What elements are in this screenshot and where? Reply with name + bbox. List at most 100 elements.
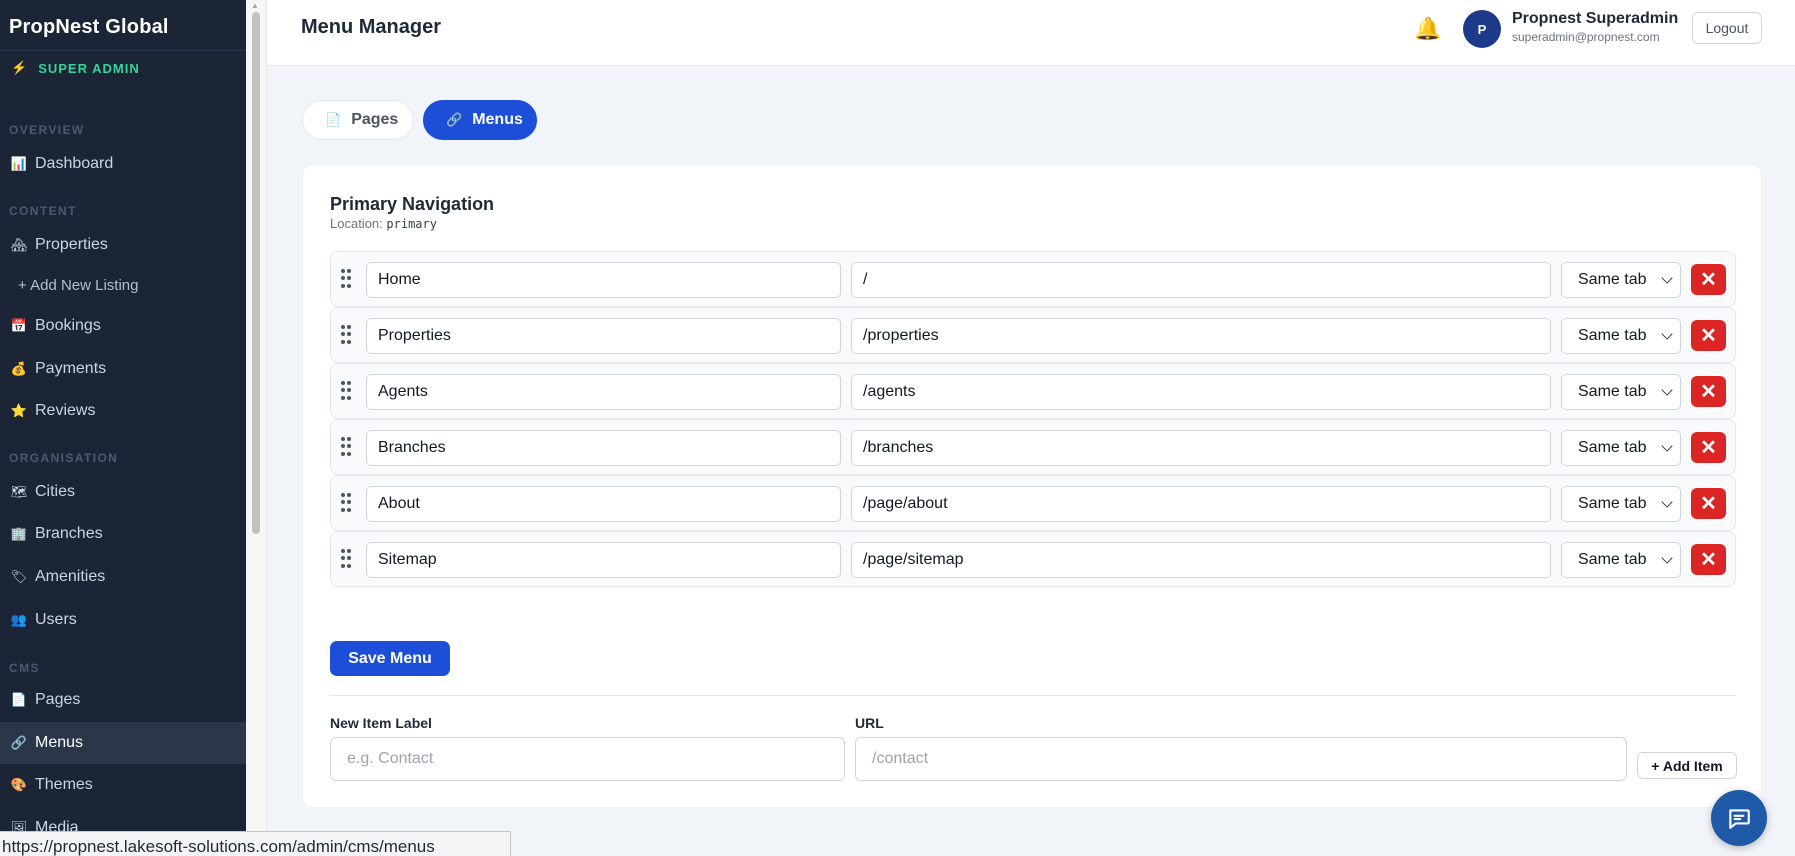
menu-item-row: Same tab ✕ <box>330 419 1736 475</box>
sidebar-item-label: Bookings <box>35 317 101 334</box>
menu-item-url-input[interactable] <box>851 486 1551 522</box>
sidebar-item-label: Pages <box>35 691 81 708</box>
sidebar-item-cities[interactable]: 🗺 Cities <box>0 471 246 513</box>
house-icon: 🏘 <box>10 237 28 252</box>
bell-icon[interactable]: 🔔 <box>1414 16 1441 42</box>
sidebar-item-reviews[interactable]: ⭐ Reviews <box>0 390 246 432</box>
sidebar-item-pages[interactable]: 📄 Pages <box>0 679 246 721</box>
sidebar-item-menus[interactable]: 🔗 Menus <box>0 722 246 764</box>
avatar[interactable]: P <box>1463 10 1501 48</box>
menu-item-label-input[interactable] <box>366 430 841 466</box>
menu-item-label-input[interactable] <box>366 486 841 522</box>
delete-item-button[interactable]: ✕ <box>1691 376 1726 407</box>
target-value: Same tab <box>1578 271 1647 288</box>
sidebar-item-themes[interactable]: 🎨 Themes <box>0 764 246 806</box>
save-menu-button[interactable]: Save Menu <box>330 641 450 676</box>
delete-item-button[interactable]: ✕ <box>1691 320 1726 351</box>
section-organisation: ORGANISATION <box>9 451 119 465</box>
target-value: Same tab <box>1578 495 1647 512</box>
chat-bubble-icon <box>1729 809 1750 829</box>
sidebar-item-label: Payments <box>35 360 107 377</box>
menu-item-target-select[interactable]: Same tab <box>1561 430 1681 466</box>
sidebar-item-users[interactable]: 👥 Users <box>0 599 246 641</box>
add-item-button[interactable]: + Add Item <box>1637 752 1737 779</box>
sidebar-item-properties[interactable]: 🏘 Properties <box>0 224 246 266</box>
scroll-up-arrow-icon[interactable]: ▲ <box>251 1 259 10</box>
menu-item-target-select[interactable]: Same tab <box>1561 262 1681 298</box>
section-content: CONTENT <box>9 204 77 218</box>
sidebar-item-amenities[interactable]: 🏷 Amenities <box>0 556 246 598</box>
menu-item-url-input[interactable] <box>851 318 1551 354</box>
menu-item-label-input[interactable] <box>366 374 841 410</box>
bar-chart-icon: 📊 <box>10 156 28 171</box>
close-icon: ✕ <box>1700 380 1717 403</box>
menu-item-url-input[interactable] <box>851 374 1551 410</box>
tab-pages-label: Pages <box>351 111 399 128</box>
money-bag-icon: 💰 <box>10 361 28 376</box>
delete-item-button[interactable]: ✕ <box>1691 264 1726 295</box>
scrollbar-thumb[interactable] <box>252 12 260 534</box>
sidebar-item-add-listing[interactable]: + Add New Listing <box>0 264 246 306</box>
chevron-down-icon <box>1661 440 1673 452</box>
menu-item-label-input[interactable] <box>366 262 841 298</box>
drag-handle-icon[interactable] <box>341 269 351 289</box>
menu-item-label-input[interactable] <box>366 542 841 578</box>
chevron-down-icon <box>1661 384 1673 396</box>
page-icon: 📄 <box>325 112 342 127</box>
tab-menus[interactable]: 🔗 Menus <box>423 100 537 140</box>
sidebar-item-dashboard[interactable]: 📊 Dashboard <box>0 143 246 185</box>
drag-handle-icon[interactable] <box>341 493 351 513</box>
palette-icon: 🎨 <box>10 777 28 792</box>
section-overview: OVERVIEW <box>9 123 85 137</box>
menu-item-url-input[interactable] <box>851 262 1551 298</box>
drag-handle-icon[interactable] <box>341 437 351 457</box>
menu-item-target-select[interactable]: Same tab <box>1561 542 1681 578</box>
star-icon: ⭐ <box>10 403 28 418</box>
menu-item-target-select[interactable]: Same tab <box>1561 374 1681 410</box>
link-icon: 🔗 <box>446 112 463 127</box>
lightning-icon: ⚡ <box>11 60 29 75</box>
calendar-icon: 📅 <box>10 318 28 333</box>
chat-button[interactable] <box>1711 790 1767 846</box>
menu-item-row: Same tab ✕ <box>330 531 1736 587</box>
sidebar-item-bookings[interactable]: 📅 Bookings <box>0 305 246 347</box>
drag-handle-icon[interactable] <box>341 549 351 569</box>
role-label: SUPER ADMIN <box>38 60 140 76</box>
link-icon: 🔗 <box>10 735 28 750</box>
target-value: Same tab <box>1578 383 1647 400</box>
section-cms: CMS <box>9 661 40 675</box>
tab-pages[interactable]: 📄 Pages <box>302 100 414 140</box>
sidebar-scrollbar[interactable]: ▲ <box>246 0 267 856</box>
menu-item-url-input[interactable] <box>851 542 1551 578</box>
menu-item-label-input[interactable] <box>366 318 841 354</box>
new-item-url-input[interactable] <box>855 737 1627 781</box>
section-divider <box>330 695 1736 696</box>
drag-handle-icon[interactable] <box>341 381 351 401</box>
location-value: primary <box>386 217 437 231</box>
delete-item-button[interactable]: ✕ <box>1691 432 1726 463</box>
sidebar-item-label: Amenities <box>35 568 106 585</box>
close-icon: ✕ <box>1700 324 1717 347</box>
role-badge: ⚡ SUPER ADMIN <box>11 60 140 76</box>
chevron-down-icon <box>1661 496 1673 508</box>
map-icon: 🗺 <box>10 484 28 499</box>
sidebar-item-label: Menus <box>35 734 84 751</box>
logout-button[interactable]: Logout <box>1692 12 1762 44</box>
close-icon: ✕ <box>1700 492 1717 515</box>
menu-item-row: Same tab ✕ <box>330 363 1736 419</box>
brand-logo[interactable]: PropNest Global <box>9 16 169 39</box>
target-value: Same tab <box>1578 439 1647 456</box>
sidebar-item-branches[interactable]: 🏢 Branches <box>0 513 246 555</box>
new-item-label-input[interactable] <box>330 737 845 781</box>
drag-handle-icon[interactable] <box>341 325 351 345</box>
sidebar-item-payments[interactable]: 💰 Payments <box>0 348 246 390</box>
target-value: Same tab <box>1578 551 1647 568</box>
sidebar-item-label: Properties <box>35 236 108 253</box>
menu-item-row: Same tab ✕ <box>330 251 1736 307</box>
menu-item-url-input[interactable] <box>851 430 1551 466</box>
delete-item-button[interactable]: ✕ <box>1691 544 1726 575</box>
menu-item-target-select[interactable]: Same tab <box>1561 486 1681 522</box>
menu-item-target-select[interactable]: Same tab <box>1561 318 1681 354</box>
delete-item-button[interactable]: ✕ <box>1691 488 1726 519</box>
users-icon: 👥 <box>10 612 28 627</box>
